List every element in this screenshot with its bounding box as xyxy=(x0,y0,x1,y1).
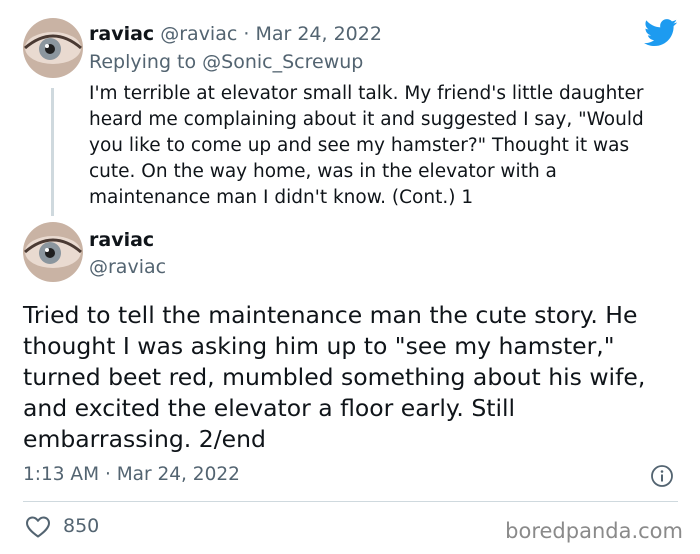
twitter-bird-icon[interactable] xyxy=(644,19,678,47)
reply-tweet-text: I'm terrible at elevator small talk. My … xyxy=(89,83,644,208)
info-icon[interactable] xyxy=(650,464,674,488)
thread-connector-line xyxy=(51,88,54,216)
footer-divider xyxy=(23,501,678,502)
reply-header: raviac @raviac · Mar 24, 2022 xyxy=(89,21,382,47)
heart-icon[interactable] xyxy=(25,515,51,539)
replying-to-line: Replying to @Sonic_Screwup xyxy=(89,49,363,75)
main-handle[interactable]: @raviac xyxy=(89,254,166,280)
reply-date[interactable]: Mar 24, 2022 xyxy=(255,23,382,45)
watermark: boredpanda.com xyxy=(505,519,683,543)
tweet-timestamp[interactable]: 1:13 AM · Mar 24, 2022 xyxy=(23,462,240,488)
main-tweet-text: Tried to tell the maintenance man the cu… xyxy=(23,301,646,453)
main-display-name[interactable]: raviac xyxy=(89,227,154,253)
replying-to-handle[interactable]: @Sonic_Screwup xyxy=(202,51,363,73)
main-avatar[interactable] xyxy=(23,222,83,282)
timestamp-separator: · xyxy=(104,464,111,485)
reply-avatar[interactable] xyxy=(23,18,83,78)
tweet-time: 1:13 AM xyxy=(23,464,100,485)
reply-separator: · xyxy=(243,23,250,45)
replying-to-label: Replying to xyxy=(89,51,197,73)
tweet-date: Mar 24, 2022 xyxy=(116,464,240,485)
reply-handle[interactable]: @raviac xyxy=(160,23,237,45)
like-count[interactable]: 850 xyxy=(63,513,99,539)
reply-display-name[interactable]: raviac xyxy=(89,23,154,45)
